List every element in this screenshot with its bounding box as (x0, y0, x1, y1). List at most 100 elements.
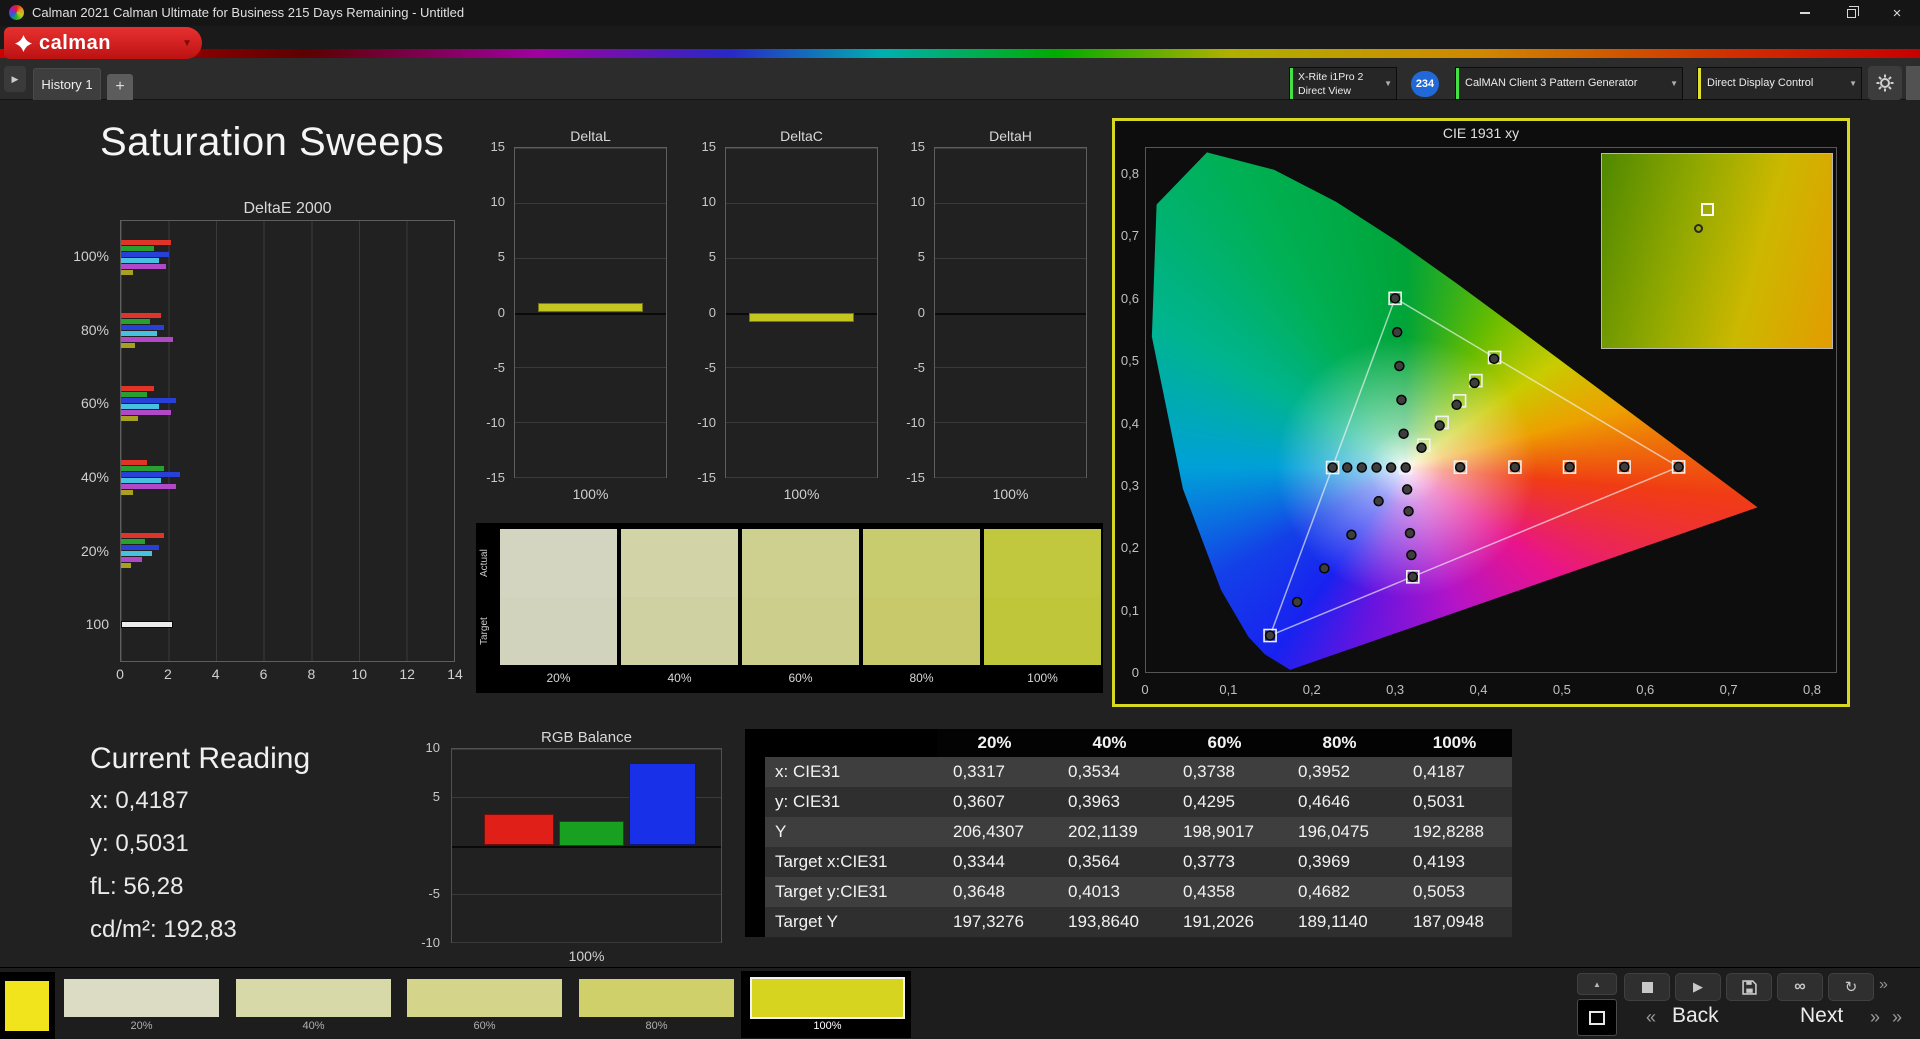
deltal-chart: DeltaL 15 10 5 0 -5 -10 -15 100% (474, 128, 684, 513)
gridline (726, 477, 877, 478)
measured-point (1346, 529, 1357, 540)
meter-count-badge[interactable]: 234 (1411, 71, 1439, 97)
axis-tick-label: 0,5 (1552, 682, 1571, 697)
deltae-bar (121, 563, 131, 568)
pattern-swatch-label: 100% (813, 1020, 842, 1032)
current-reading-fl: fL: 56,28 (90, 873, 184, 900)
deltae-bar (121, 343, 136, 348)
table-cell: 0,3738 (1167, 757, 1282, 787)
axis-tick-label: 0,4 (1120, 415, 1139, 431)
pattern-window-button[interactable] (1577, 999, 1617, 1036)
axis-tick-label: 10 (701, 194, 716, 210)
table-edge-cell (745, 787, 765, 817)
save-button[interactable] (1726, 973, 1772, 1001)
pattern-swatch-label: 20% (130, 1020, 153, 1032)
axis-tick-label: -15 (697, 470, 716, 485)
back-button[interactable]: Back (1672, 1004, 1719, 1028)
target-swatch (742, 597, 859, 665)
refresh-button[interactable]: ↻ (1828, 973, 1874, 1001)
deltae-bar (121, 313, 162, 318)
pattern-swatch-label: 80% (645, 1020, 668, 1032)
measured-point (1488, 353, 1500, 365)
table-cell: 0,5031 (1397, 787, 1512, 817)
next-button[interactable]: Next (1800, 1004, 1843, 1028)
transport-more-button[interactable]: » (1879, 976, 1888, 994)
close-button[interactable]: × (1874, 0, 1920, 26)
axis-tick-label: 0,2 (1120, 540, 1139, 556)
collapse-button[interactable]: ▲ (1577, 973, 1617, 995)
actual-swatch (742, 529, 859, 597)
pattern-swatch-80%[interactable] (579, 979, 734, 1017)
axis-tick-label: -10 (486, 414, 505, 430)
pattern-generator-accent (1456, 68, 1459, 99)
calman-menu-button[interactable]: calman ▼ (4, 27, 202, 59)
table-cell: 0,3773 (1167, 847, 1282, 877)
pattern-generator-dropdown[interactable]: CalMAN Client 3 Pattern Generator ▼ (1455, 67, 1683, 100)
table-cell: 206,4307 (937, 817, 1052, 847)
measured-point (1398, 428, 1409, 439)
link-button[interactable]: ∞ (1777, 973, 1823, 1001)
table-edge-cell (745, 877, 765, 907)
deltae-bar (121, 477, 162, 483)
target-swatch (500, 597, 617, 665)
table-cell: 192,8288 (1397, 817, 1512, 847)
add-tab-button[interactable]: + (107, 74, 133, 100)
settings-button[interactable] (1868, 66, 1902, 100)
table-cell: 187,0948 (1397, 907, 1512, 937)
pattern-swatch-label: 40% (302, 1020, 325, 1032)
delta-bar (748, 312, 855, 323)
table-cell: 0,3564 (1052, 847, 1167, 877)
axis-tick-label: 0 (1141, 682, 1149, 697)
pattern-swatch-40%[interactable] (236, 979, 391, 1017)
window-title: Calman 2021 Calman Ultimate for Business… (32, 5, 465, 20)
display-control-dropdown[interactable]: Direct Display Control ▼ (1697, 67, 1862, 100)
pattern-swatch-60%[interactable] (407, 979, 562, 1017)
axis-tick-label: 5 (432, 788, 440, 804)
table-cell: 0,3317 (937, 757, 1052, 787)
meter-dropdown[interactable]: X-Rite i1Pro 2 Direct View ▼ (1289, 67, 1397, 100)
target-swatch (621, 597, 738, 665)
chevron-down-icon: ▼ (1670, 79, 1678, 88)
deltae-bar (121, 621, 174, 629)
table-cell: 0,4187 (1397, 757, 1512, 787)
table-cell: 0,4193 (1397, 847, 1512, 877)
play-button[interactable]: ▶ (1675, 973, 1721, 1001)
chevron-left-icon[interactable]: « (1646, 1007, 1656, 1028)
chevron-down-icon: ▼ (1384, 79, 1392, 88)
pattern-swatch-20%[interactable] (64, 979, 219, 1017)
axis-tick-label: 15 (490, 139, 505, 154)
minimize-button[interactable] (1782, 0, 1828, 26)
table-cell: 0,4646 (1282, 787, 1397, 817)
chevron-down-icon: ▼ (182, 37, 192, 49)
restore-button[interactable] (1828, 0, 1874, 26)
minimize-icon (1800, 12, 1810, 14)
gridline (935, 477, 1086, 478)
measured-point (1451, 399, 1462, 411)
pattern-swatch-100%[interactable] (750, 977, 905, 1019)
table-cell: 196,0475 (1282, 817, 1397, 847)
table-cell: 202,1139 (1052, 817, 1167, 847)
chevron-right-icon[interactable]: » (1870, 1007, 1880, 1028)
axis-tick-label: 0,8 (1802, 682, 1822, 697)
tab-scroll-button[interactable]: ▶ (4, 66, 26, 92)
stop-icon (1641, 981, 1653, 993)
meter-labels: X-Rite i1Pro 2 Direct View (1298, 70, 1363, 98)
swatch-label: 40% (667, 671, 692, 685)
x-axis-label: 100% (992, 486, 1029, 502)
toolbar-overflow-button[interactable] (1906, 66, 1920, 100)
table-cell: 0,4682 (1282, 877, 1397, 907)
axis-tick-label: 4 (211, 666, 220, 682)
table-cell: 0,4358 (1167, 877, 1282, 907)
axis-tick-label: -5 (913, 359, 925, 375)
stop-button[interactable] (1624, 973, 1670, 1001)
display-control-accent (1698, 68, 1701, 99)
axis-tick-label: 0,8 (1120, 166, 1139, 181)
tab-history-1[interactable]: History 1 (33, 68, 101, 100)
chevron-double-right-icon[interactable]: » (1892, 1007, 1902, 1028)
gridline (452, 845, 721, 848)
gridline (726, 257, 877, 259)
meter-mode: Direct View (1298, 85, 1351, 97)
axis-tick-label: 10 (425, 740, 440, 755)
chart-title: DeltaC (780, 128, 823, 144)
measured-point (1454, 461, 1466, 473)
